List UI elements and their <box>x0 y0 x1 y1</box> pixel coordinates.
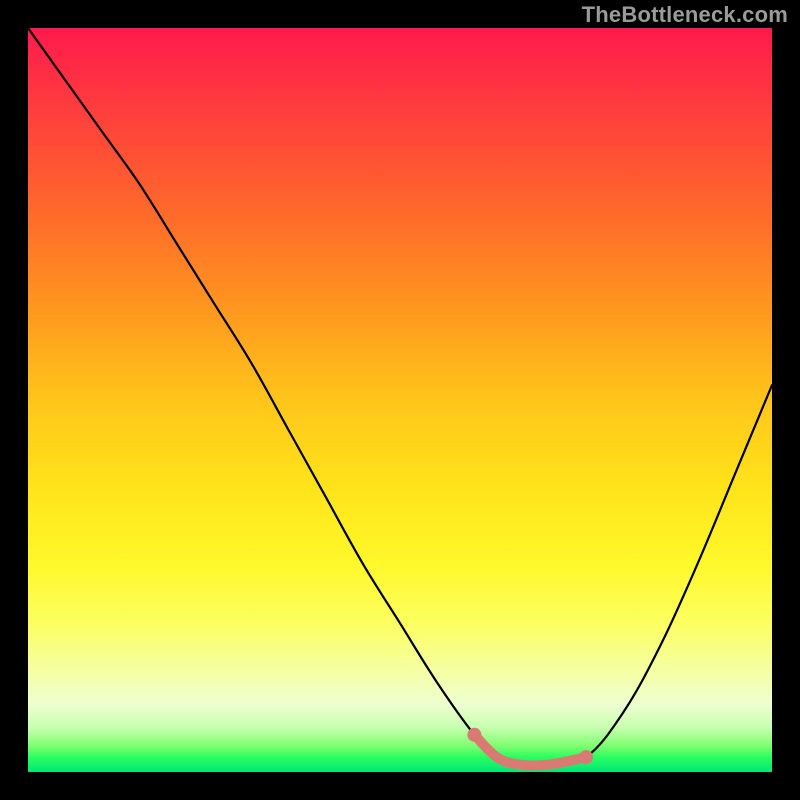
bottleneck-curve <box>28 28 772 766</box>
plot-area <box>28 28 772 772</box>
highlight-dot-left <box>467 728 481 742</box>
chart-frame: TheBottleneck.com <box>0 0 800 800</box>
highlight-segment <box>474 735 586 766</box>
highlight-dot-right <box>579 750 593 764</box>
curve-svg <box>28 28 772 772</box>
watermark-text: TheBottleneck.com <box>582 2 788 28</box>
